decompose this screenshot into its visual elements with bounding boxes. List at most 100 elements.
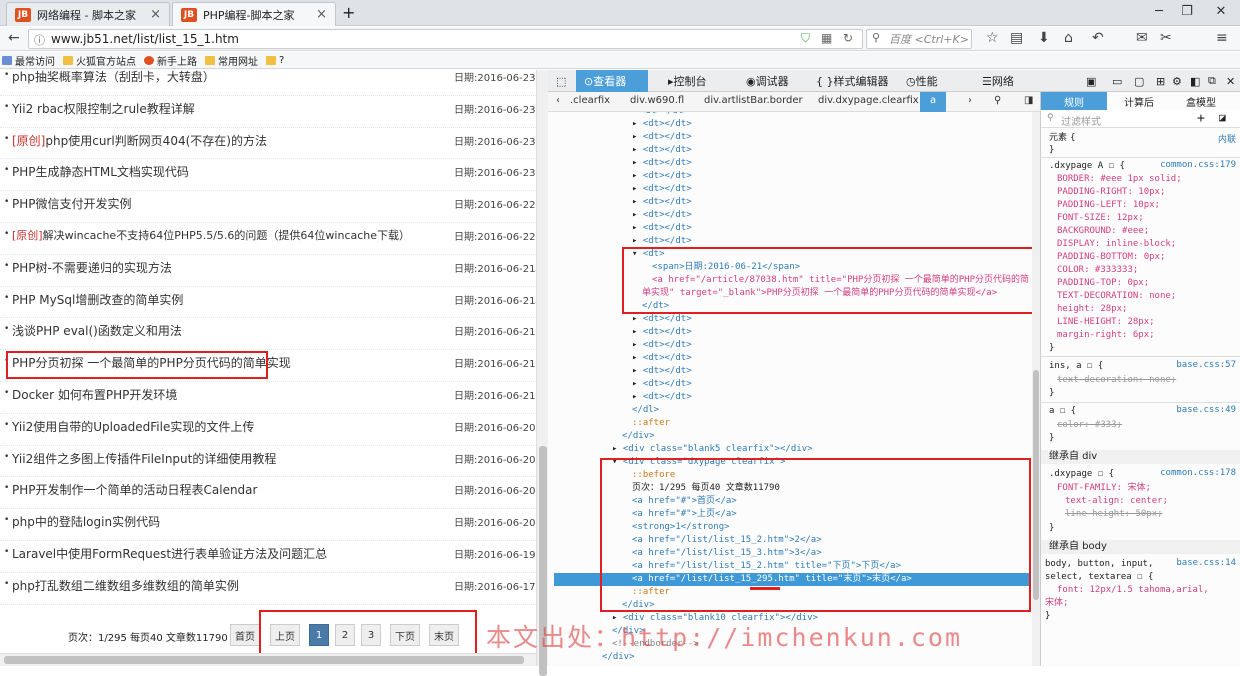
expand-icon[interactable]: ▸: [632, 158, 643, 168]
chat-icon[interactable]: ✉: [1136, 30, 1148, 46]
article-title[interactable]: [原创]解决wincache不支持64位PHP5.5/5.6的问题（提供64位w…: [12, 227, 410, 243]
undo-icon[interactable]: ↶: [1092, 30, 1104, 46]
markup-line[interactable]: ▸ <dt></dt>: [632, 170, 692, 183]
rule-source-link[interactable]: base.css:57: [1176, 360, 1236, 370]
expand-icon[interactable]: ▸: [632, 119, 643, 129]
expand-icon[interactable]: ▸: [632, 327, 643, 337]
list-item[interactable]: • PHP生成静态HTML文档实现代码 日期:2016-06-23: [0, 159, 536, 192]
tab-rules[interactable]: 规则: [1041, 92, 1107, 110]
toggle-sidebar-icon[interactable]: ◨: [1024, 95, 1033, 106]
list-item[interactable]: • Laravel中使用FormRequest进行表单验证方法及问题汇总 日期:20…: [0, 541, 536, 573]
markup-line[interactable]: ▸ <dt></dt>: [632, 131, 692, 144]
breadcrumb-item-selected[interactable]: a: [920, 92, 947, 112]
css-property[interactable]: 宋体;: [1045, 597, 1068, 610]
expand-icon[interactable]: ▸: [632, 340, 643, 350]
markup-line[interactable]: ▸ <dt></dt>: [632, 326, 692, 339]
article-title[interactable]: Laravel中使用FormRequest进行表单验证方法及问题汇总: [12, 545, 327, 562]
shield-icon[interactable]: ⛉: [801, 31, 810, 46]
tab-computed[interactable]: 计算后: [1111, 92, 1167, 110]
bookmark-most-visited[interactable]: 最常访问: [2, 53, 55, 68]
vertical-scrollbar[interactable]: [536, 70, 548, 676]
markup-line[interactable]: ▸ <dt></dt>: [632, 157, 692, 170]
close-window-icon[interactable]: ✕: [1206, 4, 1236, 19]
markup-line[interactable]: ▸ <dt></dt>: [632, 352, 692, 365]
css-property-overridden[interactable]: line-height: 50px;: [1065, 508, 1163, 521]
pseudo-class-icon[interactable]: ◪: [1219, 111, 1226, 124]
css-property[interactable]: LINE-HEIGHT: 28px;: [1057, 316, 1155, 329]
css-property[interactable]: font: 12px/1.5 tahoma,arial,: [1057, 584, 1209, 597]
css-property[interactable]: margin-right: 6px;: [1057, 329, 1155, 342]
css-property[interactable]: PADDING-TOP: 0px;: [1057, 277, 1149, 290]
expand-icon[interactable]: ▸: [632, 132, 643, 142]
css-property-overridden[interactable]: text-decoration: none;: [1057, 374, 1176, 387]
markup-line[interactable]: ▸ <dt></dt>: [632, 222, 692, 235]
pick-element-icon[interactable]: ⬚: [548, 70, 574, 92]
markup-line[interactable]: ▸ <div class="blank5 clearfix"></div>: [612, 443, 813, 456]
add-rule-icon[interactable]: +: [1197, 111, 1205, 126]
reload-icon[interactable]: ↻: [843, 31, 853, 45]
markup-line[interactable]: ▸ <dt></dt>: [632, 209, 692, 222]
article-title[interactable]: php抽奖概率算法（刮刮卡，大转盘）: [12, 70, 215, 85]
markup-line[interactable]: ▸ <dt></dt>: [632, 196, 692, 209]
home-icon[interactable]: ⌂: [1064, 30, 1073, 46]
article-title[interactable]: PHP开发制作一个简单的活动日程表Calendar: [12, 481, 257, 498]
close-icon[interactable]: ×: [150, 7, 161, 22]
tab-box-model[interactable]: 盒模型: [1171, 92, 1231, 110]
css-property[interactable]: PADDING-BOTTOM: 0px;: [1057, 251, 1165, 264]
expand-icon[interactable]: ▸: [632, 392, 643, 402]
bookmark-common-sites[interactable]: 常用网址: [205, 53, 258, 68]
breadcrumb-back-icon[interactable]: ‹: [556, 95, 560, 106]
tab-style-editor[interactable]: { } 样式编辑器: [808, 70, 897, 92]
css-property[interactable]: BACKGROUND: #eee;: [1057, 225, 1149, 238]
css-property[interactable]: PADDING-RIGHT: 10px;: [1057, 186, 1165, 199]
breadcrumb-item[interactable]: div.artlistBar.border: [704, 95, 803, 106]
list-item[interactable]: • Yii2组件之多图上传插件FileInput的详细使用教程 日期:2016-06…: [0, 446, 536, 478]
tab-console[interactable]: ▸ 控制台: [660, 70, 715, 92]
article-title[interactable]: PHP MySql增删改查的简单实例: [12, 291, 183, 308]
minimize-icon[interactable]: ─: [1144, 4, 1174, 19]
filter-styles-input[interactable]: ⚲ 过滤样式 + ◪: [1041, 110, 1240, 128]
expand-icon[interactable]: ▸: [632, 366, 643, 376]
expand-icon[interactable]: ▸: [632, 353, 643, 363]
article-title[interactable]: php中的登陆login实例代码: [12, 513, 160, 530]
responsive-icon[interactable]: ▣: [1078, 70, 1104, 92]
article-title[interactable]: PHP生成静态HTML文档实现代码: [12, 163, 189, 180]
markup-line[interactable]: ▸ <dt></dt>: [632, 183, 692, 196]
markup-line[interactable]: ▸ <dt></dt>: [632, 339, 692, 352]
url-bar[interactable]: ⓘ www.jb51.net/list/list_15_1.htm ⛉ ▦ ↻: [28, 29, 863, 49]
bookmark-getting-started[interactable]: 新手上路: [144, 53, 197, 68]
list-item[interactable]: • [原创]php使用curl判断网页404(不存在)的方法 日期:2016-06-…: [0, 128, 536, 160]
markup-line[interactable]: </dl>: [632, 404, 659, 417]
scrollbar-thumb[interactable]: [1033, 370, 1039, 600]
search-input[interactable]: ⚲ 百度 <Ctrl+K>: [866, 29, 972, 49]
tab-network[interactable]: ☰ 网络: [974, 70, 1022, 92]
expand-icon[interactable]: ▸: [632, 171, 643, 181]
rule-source-link[interactable]: base.css:14: [1176, 558, 1236, 568]
article-title[interactable]: [原创]php使用curl判断网页404(不存在)的方法: [12, 132, 267, 149]
rule-source-link[interactable]: common.css:179: [1160, 160, 1236, 170]
star-icon[interactable]: ☆: [986, 30, 999, 46]
expand-icon[interactable]: ▸: [632, 223, 643, 233]
list-item[interactable]: • 浅谈PHP eval()函数定义和用法 日期:2016-06-21: [0, 318, 536, 351]
article-title[interactable]: php打乱数组二维数组多维数组的简单实例: [12, 577, 239, 594]
breadcrumb-item[interactable]: .clearfix: [570, 95, 610, 106]
download-icon[interactable]: ⬇: [1038, 30, 1050, 46]
back-icon[interactable]: ←: [8, 30, 20, 46]
list-item[interactable]: • PHP MySql增删改查的简单实例 日期:2016-06-21: [0, 287, 536, 319]
article-title[interactable]: 浅谈PHP eval()函数定义和用法: [12, 322, 182, 339]
info-icon[interactable]: ⓘ: [34, 32, 45, 48]
article-title[interactable]: Docker 如何布置PHP开发环境: [12, 386, 177, 403]
list-item[interactable]: • PHP树-不需要递归的实现方法 日期:2016-06-21: [0, 255, 536, 287]
markup-line[interactable]: ▸ <dt></dt>: [632, 378, 692, 391]
list-item[interactable]: • PHP开发制作一个简单的活动日程表Calendar 日期:2016-06-20: [0, 477, 536, 510]
rule-source-link[interactable]: common.css:178: [1160, 468, 1236, 478]
search-icon[interactable]: ⚲: [994, 95, 1001, 106]
article-title[interactable]: Yii2使用自带的UploadedFile实现的文件上传: [12, 418, 254, 435]
list-item[interactable]: • php打乱数组二维数组多维数组的简单实例 日期:2016-06-17: [0, 573, 536, 605]
article-title[interactable]: PHP树-不需要递归的实现方法: [12, 259, 172, 276]
css-property[interactable]: PADDING-LEFT: 10px;: [1057, 199, 1160, 212]
expand-icon[interactable]: ▸: [632, 236, 643, 246]
markup-line[interactable]: ▸ <dt></dt>: [632, 391, 692, 404]
article-title[interactable]: Yii2组件之多图上传插件FileInput的详细使用教程: [12, 450, 276, 467]
expand-icon[interactable]: ▸: [632, 210, 643, 220]
